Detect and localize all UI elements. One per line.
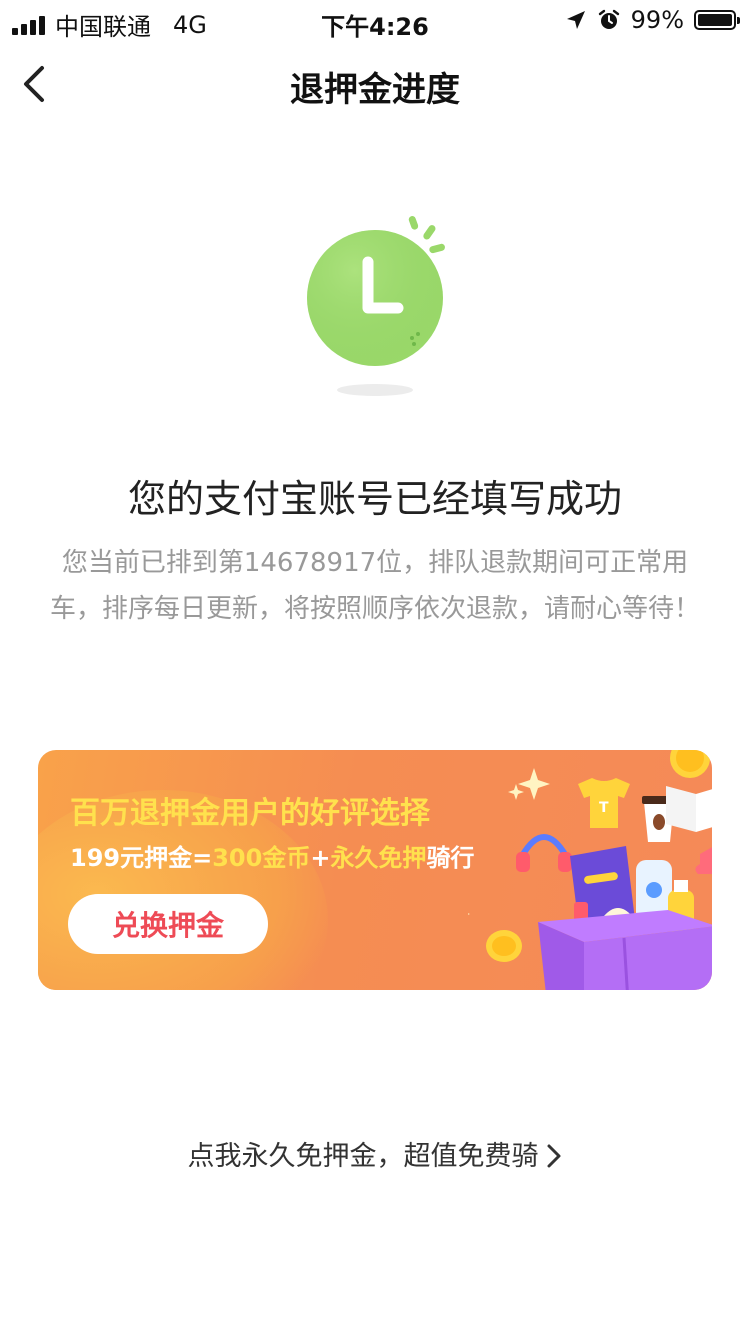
sparkle-icon <box>468 913 470 915</box>
free-deposit-link[interactable]: 点我永久免押金，超值免费骑 <box>0 1134 750 1173</box>
banner-subtitle-part: 199元押金= <box>70 844 213 872</box>
battery-icon <box>694 10 740 30</box>
banner-subtitle-part: + <box>310 844 331 872</box>
nav-bar: 退押金进度 <box>0 44 750 124</box>
status-bar-right: 99% <box>565 6 740 34</box>
book-icon <box>696 789 712 832</box>
alarm-icon <box>598 9 619 29</box>
banner-subtitle-highlight: 永久免押 <box>330 844 427 872</box>
location-arrow-icon <box>566 11 585 29</box>
sparkle-icon <box>518 768 550 800</box>
page-title: 退押金进度 <box>290 70 460 110</box>
battery-fill <box>698 14 732 26</box>
clock-icon <box>307 216 445 396</box>
svg-text:T: T <box>599 800 609 816</box>
banner-subtitle: 199元押金=300金币+永久免押骑行 <box>70 838 474 873</box>
sock-icon <box>695 847 712 874</box>
headphones-icon <box>519 834 569 858</box>
free-deposit-link-label: 点我永久免押金，超值免费骑 <box>187 1141 539 1172</box>
banner-title: 百万退押金用户的好评选择 <box>70 796 430 831</box>
exchange-deposit-button[interactable]: 兑换押金 <box>68 894 268 954</box>
status-bar: 中国联通 4G 下午4:26 99% <box>0 0 750 41</box>
sparkle-icon <box>508 784 524 800</box>
battery-percent: 99% <box>630 6 684 34</box>
promo-banner[interactable]: 百万退押金用户的好评选择 199元押金=300金币+永久免押骑行 兑换押金 T <box>38 750 712 990</box>
success-headline: 您的支付宝账号已经填写成功 <box>127 477 622 521</box>
gift-box-illustration: T <box>468 750 712 990</box>
banner-subtitle-highlight: 300金币 <box>212 844 311 872</box>
chevron-right-icon <box>547 1144 560 1168</box>
queue-description: 您当前已排到第14678917位，排队退款期间可正常用车，排序每日更新，将按照顺… <box>49 548 700 624</box>
